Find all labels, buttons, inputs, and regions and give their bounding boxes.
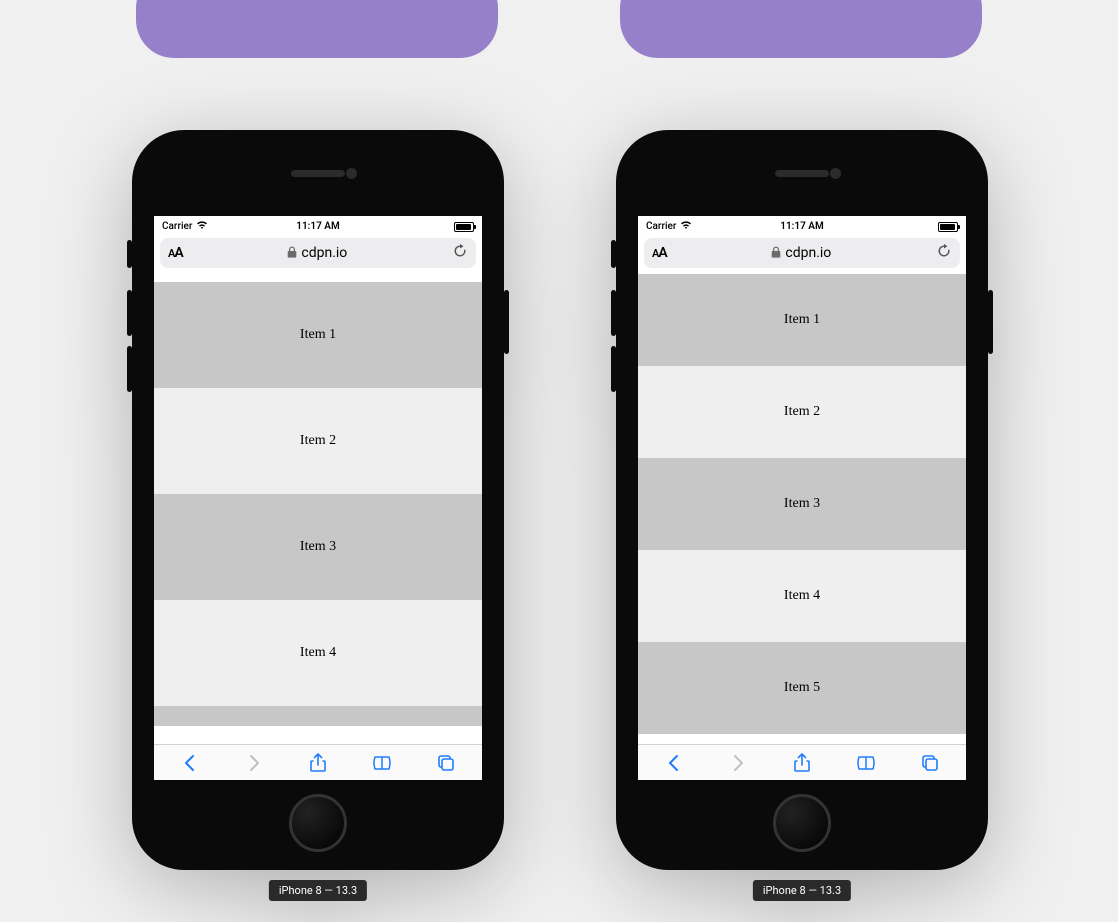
share-button[interactable]: [792, 753, 812, 773]
lock-icon: [287, 246, 297, 261]
list-item[interactable]: Item 1: [154, 282, 482, 388]
device-caption: iPhone 8 — 13.3: [269, 880, 367, 901]
battery-icon: [938, 222, 958, 232]
phone-before: Carrier 11:17 AM AA cdpn.io: [132, 130, 504, 870]
reload-icon[interactable]: [936, 243, 952, 263]
clock: 11:17 AM: [296, 221, 340, 232]
phone-speaker: [291, 170, 345, 177]
address-bar[interactable]: AA cdpn.io: [644, 238, 960, 268]
list-item[interactable]: Item 2: [154, 388, 482, 494]
volume-down-button: [127, 346, 132, 392]
phone-speaker: [775, 170, 829, 177]
mute-switch: [611, 240, 616, 268]
volume-up-button: [127, 290, 132, 336]
text-size-button[interactable]: AA: [652, 245, 667, 261]
battery-icon: [454, 222, 474, 232]
url-display[interactable]: cdpn.io: [287, 245, 347, 261]
bookmarks-button[interactable]: [856, 753, 876, 773]
mute-switch: [127, 240, 132, 268]
list-item[interactable]: Item 4: [638, 550, 966, 642]
bookmarks-button[interactable]: [372, 753, 392, 773]
before-label: Before: [136, 0, 498, 58]
volume-up-button: [611, 290, 616, 336]
phone-after: Carrier 11:17 AM AA cdpn.io: [616, 130, 988, 870]
list-item[interactable]: Item 2: [638, 366, 966, 458]
power-button: [988, 290, 993, 354]
phone-frame: Carrier 11:17 AM AA cdpn.io: [132, 130, 504, 870]
list-item[interactable]: Item 3: [154, 494, 482, 600]
power-button: [504, 290, 509, 354]
address-bar[interactable]: AA cdpn.io: [160, 238, 476, 268]
url-text: cdpn.io: [301, 245, 347, 261]
device-caption: iPhone 8 — 13.3: [753, 880, 851, 901]
tabs-button[interactable]: [920, 753, 940, 773]
wifi-icon: [196, 220, 208, 233]
list-item[interactable]: Item 5: [638, 642, 966, 734]
url-text: cdpn.io: [785, 245, 831, 261]
reload-icon[interactable]: [452, 243, 468, 263]
list-item[interactable]: Item 4: [154, 600, 482, 706]
share-button[interactable]: [308, 753, 328, 773]
forward-button[interactable]: [244, 753, 264, 773]
list-item-partial[interactable]: [154, 706, 482, 726]
status-bar: Carrier 11:17 AM: [638, 216, 966, 234]
wifi-icon: [680, 220, 692, 233]
back-button[interactable]: [180, 753, 200, 773]
list-item[interactable]: Item 1: [638, 274, 966, 366]
phone-camera: [346, 168, 357, 179]
screen: Carrier 11:17 AM AA cdpn.io: [154, 216, 482, 780]
safari-toolbar: [638, 744, 966, 780]
home-button[interactable]: [289, 794, 347, 852]
back-button[interactable]: [664, 753, 684, 773]
safari-toolbar: [154, 744, 482, 780]
list-item[interactable]: Item 3: [638, 458, 966, 550]
page-content[interactable]: Item 1Item 2Item 3Item 4: [154, 274, 482, 744]
carrier-label: Carrier: [162, 221, 192, 232]
home-button[interactable]: [773, 794, 831, 852]
phone-frame: Carrier 11:17 AM AA cdpn.io: [616, 130, 988, 870]
phone-camera: [830, 168, 841, 179]
carrier-label: Carrier: [646, 221, 676, 232]
text-size-button[interactable]: AA: [168, 245, 183, 261]
after-label: After: [620, 0, 982, 58]
tabs-button[interactable]: [436, 753, 456, 773]
screen: Carrier 11:17 AM AA cdpn.io: [638, 216, 966, 780]
page-content[interactable]: Item 1Item 2Item 3Item 4Item 5: [638, 274, 966, 744]
forward-button[interactable]: [728, 753, 748, 773]
url-display[interactable]: cdpn.io: [771, 245, 831, 261]
volume-down-button: [611, 346, 616, 392]
status-bar: Carrier 11:17 AM: [154, 216, 482, 234]
lock-icon: [771, 246, 781, 261]
clock: 11:17 AM: [780, 221, 824, 232]
